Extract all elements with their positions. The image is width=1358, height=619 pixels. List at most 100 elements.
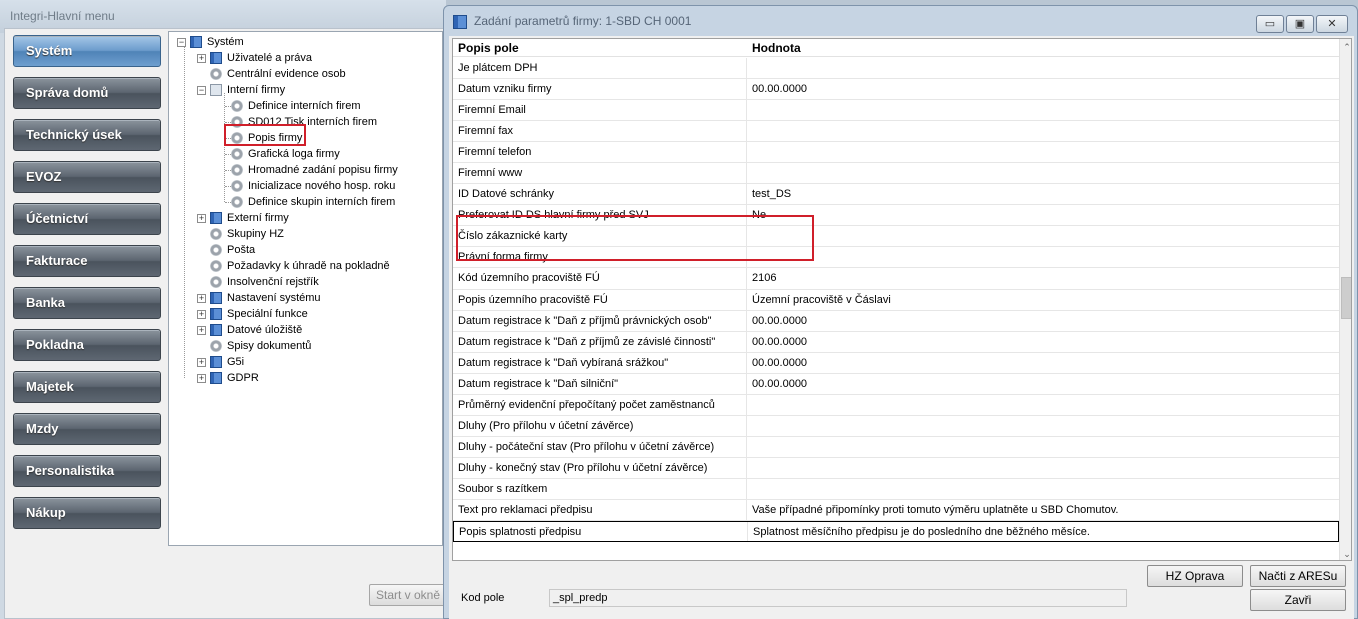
nav-button-banka[interactable]: Banka [13,287,161,319]
tree-node-pozadavky[interactable]: Požadavky k úhradě na pokladně [210,258,390,274]
field-name-cell: Text pro reklamaci předpisu [458,503,593,516]
zavri-button[interactable]: Zavři [1250,589,1346,611]
tree-node-skupiny-hz[interactable]: Skupiny HZ [210,226,284,242]
grid-rows: Je plátcem DPH Datum vzniku firmy 00.00.0… [453,58,1339,543]
tree-node-definice-skupin[interactable]: Definice skupin interních firem [231,194,395,210]
tree-node-graficka-loga[interactable]: Grafická loga firmy [231,146,340,162]
highlight-popis-firmy [224,124,306,146]
table-row[interactable]: Datum registrace k "Daň silniční" 00.00.0… [453,373,1339,395]
tree-node-datove-uloziste[interactable]: + Datové úložiště [197,322,302,338]
expand-icon[interactable]: + [197,325,206,335]
expand-icon[interactable]: + [197,357,206,367]
nav-button-system[interactable]: Systém [13,35,161,67]
minimize-button[interactable]: ▭ [1256,15,1284,33]
collapse-icon[interactable]: − [197,85,206,95]
table-row[interactable]: Datum registrace k "Daň vybíraná srážkou… [453,352,1339,374]
tree-node-hromadne-zadani[interactable]: Hromadné zadání popisu firmy [231,162,398,178]
table-row[interactable]: Kód územního pracoviště FÚ 2106 [453,268,1339,290]
tree-node-posta[interactable]: Pošta [210,242,255,258]
scroll-down-icon[interactable]: ⌄ [1340,546,1351,560]
tree-node-specialni-funkce[interactable]: + Speciální funkce [197,306,308,322]
tree-connector [184,44,185,378]
nav-button-mzdy[interactable]: Mzdy [13,413,161,445]
hz-oprava-button[interactable]: HZ Oprava [1147,565,1243,587]
table-row[interactable]: Dluhy - konečný stav (Pro přílohu v účet… [453,457,1339,479]
table-row[interactable]: ID Datové schránky test_DS [453,184,1339,206]
field-value-cell[interactable]: 00.00.0000 [752,378,807,390]
tree-node-interni-firmy[interactable]: − Interní firmy [197,82,285,98]
tree-node-inicializace[interactable]: Inicializace nového hosp. roku [231,178,395,194]
scrollbar-thumb[interactable] [1341,277,1351,319]
expand-icon[interactable]: + [197,293,206,303]
field-value-cell[interactable]: 00.00.0000 [752,357,807,369]
field-value-cell[interactable]: 2106 [752,272,776,284]
table-row[interactable]: Firemní telefon [453,142,1339,164]
field-value-cell[interactable]: test_DS [752,188,791,200]
table-row[interactable]: Datum vzniku firmy 00.00.0000 [453,79,1339,101]
field-value-cell[interactable]: 00.00.0000 [752,83,807,95]
tree-node-insolvencni-rejstrik[interactable]: Insolvenční rejstřík [210,274,319,290]
column-header-field[interactable]: Popis pole [458,41,519,55]
dialog-title: Zadání parametrů firmy: 1-SBD CH 0001 [474,14,692,28]
column-divider [747,522,748,542]
grid-scrollbar[interactable]: ⌃ ⌄ [1339,39,1351,560]
expand-icon[interactable]: + [197,373,206,383]
table-row[interactable]: Datum registrace k "Daň z příjmů ze závi… [453,331,1339,353]
table-row[interactable]: Popis územního pracoviště FÚ Územní praco… [453,289,1339,311]
start-in-window-button[interactable]: Start v okně [369,584,447,606]
collapse-icon[interactable]: − [177,37,186,47]
highlight-datova-schranka [456,215,814,261]
nav-button-fakturace[interactable]: Fakturace [13,245,161,277]
dialog-titlebar[interactable]: Zadání parametrů firmy: 1-SBD CH 0001 ▭ … [444,6,1357,36]
field-value-cell[interactable]: 00.00.0000 [752,336,807,348]
table-row[interactable]: Dluhy (Pro přílohu v účetní závěrce) [453,415,1339,437]
tree-node-definice-internich-firem[interactable]: Definice interních firem [231,98,361,114]
field-name-cell: Popis splatnosti předpisu [459,526,582,539]
table-row[interactable]: Firemní www [453,163,1339,185]
table-row[interactable]: Datum registrace k "Daň z příjmů právnic… [453,310,1339,332]
field-name-cell: Firemní www [458,167,523,180]
gear-icon [231,164,243,177]
table-row[interactable]: Text pro reklamaci předpisu Vaše případné… [453,499,1339,522]
close-icon[interactable]: ✕ [1316,15,1348,33]
tree-node-nastaveni-systemu[interactable]: + Nastavení systému [197,290,321,306]
tree-node-externi-firmy[interactable]: + Externí firmy [197,210,289,226]
expand-icon[interactable]: + [197,53,206,63]
tree-node-centralni-evidence[interactable]: Centrální evidence osob [210,66,346,82]
field-value-cell[interactable]: Vaše případné připomínky proti tomuto vý… [752,504,1118,516]
scroll-up-icon[interactable]: ⌃ [1340,39,1351,55]
book-icon [210,212,222,225]
book-icon [210,52,222,65]
field-value-cell[interactable]: 00.00.0000 [752,315,807,327]
column-divider [746,415,747,436]
nav-button-technicky-usek[interactable]: Technický úsek [13,119,161,151]
field-value-cell[interactable]: Územní pracoviště v Čáslavi [752,294,891,306]
table-row[interactable]: Průměrný evidenční přepočítaný počet zam… [453,394,1339,416]
column-header-value[interactable]: Hodnota [752,41,801,55]
table-row[interactable]: Firemní fax [453,121,1339,143]
expand-icon[interactable]: + [197,309,206,319]
table-row-selected[interactable]: Popis splatnosti předpisu Splatnost měsíč… [453,521,1339,543]
nav-button-personalistika[interactable]: Personalistika [13,455,161,487]
expand-icon[interactable]: + [197,213,206,223]
nav-button-nakup[interactable]: Nákup [13,497,161,529]
tree-node-gdpr[interactable]: + GDPR [197,370,259,386]
nav-button-majetek[interactable]: Majetek [13,371,161,403]
field-value-cell[interactable]: Splatnost měsíčního předpisu je do posle… [753,526,1090,538]
nav-button-pokladna[interactable]: Pokladna [13,329,161,361]
table-row[interactable]: Je plátcem DPH [453,58,1339,80]
nav-button-sprava-domu[interactable]: Správa domů [13,77,161,109]
table-row[interactable]: Firemní Email [453,100,1339,122]
tree-node-spisy-dokumentu[interactable]: Spisy dokumentů [210,338,311,354]
tree-node-system[interactable]: − Systém [177,34,244,50]
tree-node-uzivatele[interactable]: + Uživatelé a práva [197,50,312,66]
nacti-z-aresu-button[interactable]: Načti z ARESu [1250,565,1346,587]
tree-node-g5i[interactable]: + G5i [197,354,244,370]
column-divider [746,142,747,163]
table-row[interactable]: Dluhy - počáteční stav (Pro přílohu v úč… [453,436,1339,458]
nav-button-evoz[interactable]: EVOZ [13,161,161,193]
table-row[interactable]: Soubor s razítkem [453,478,1339,500]
field-name-cell: Je plátcem DPH [458,62,538,74]
nav-button-ucetnictvi[interactable]: Účetnictví [13,203,161,235]
maximize-button[interactable]: ▣ [1286,15,1314,33]
